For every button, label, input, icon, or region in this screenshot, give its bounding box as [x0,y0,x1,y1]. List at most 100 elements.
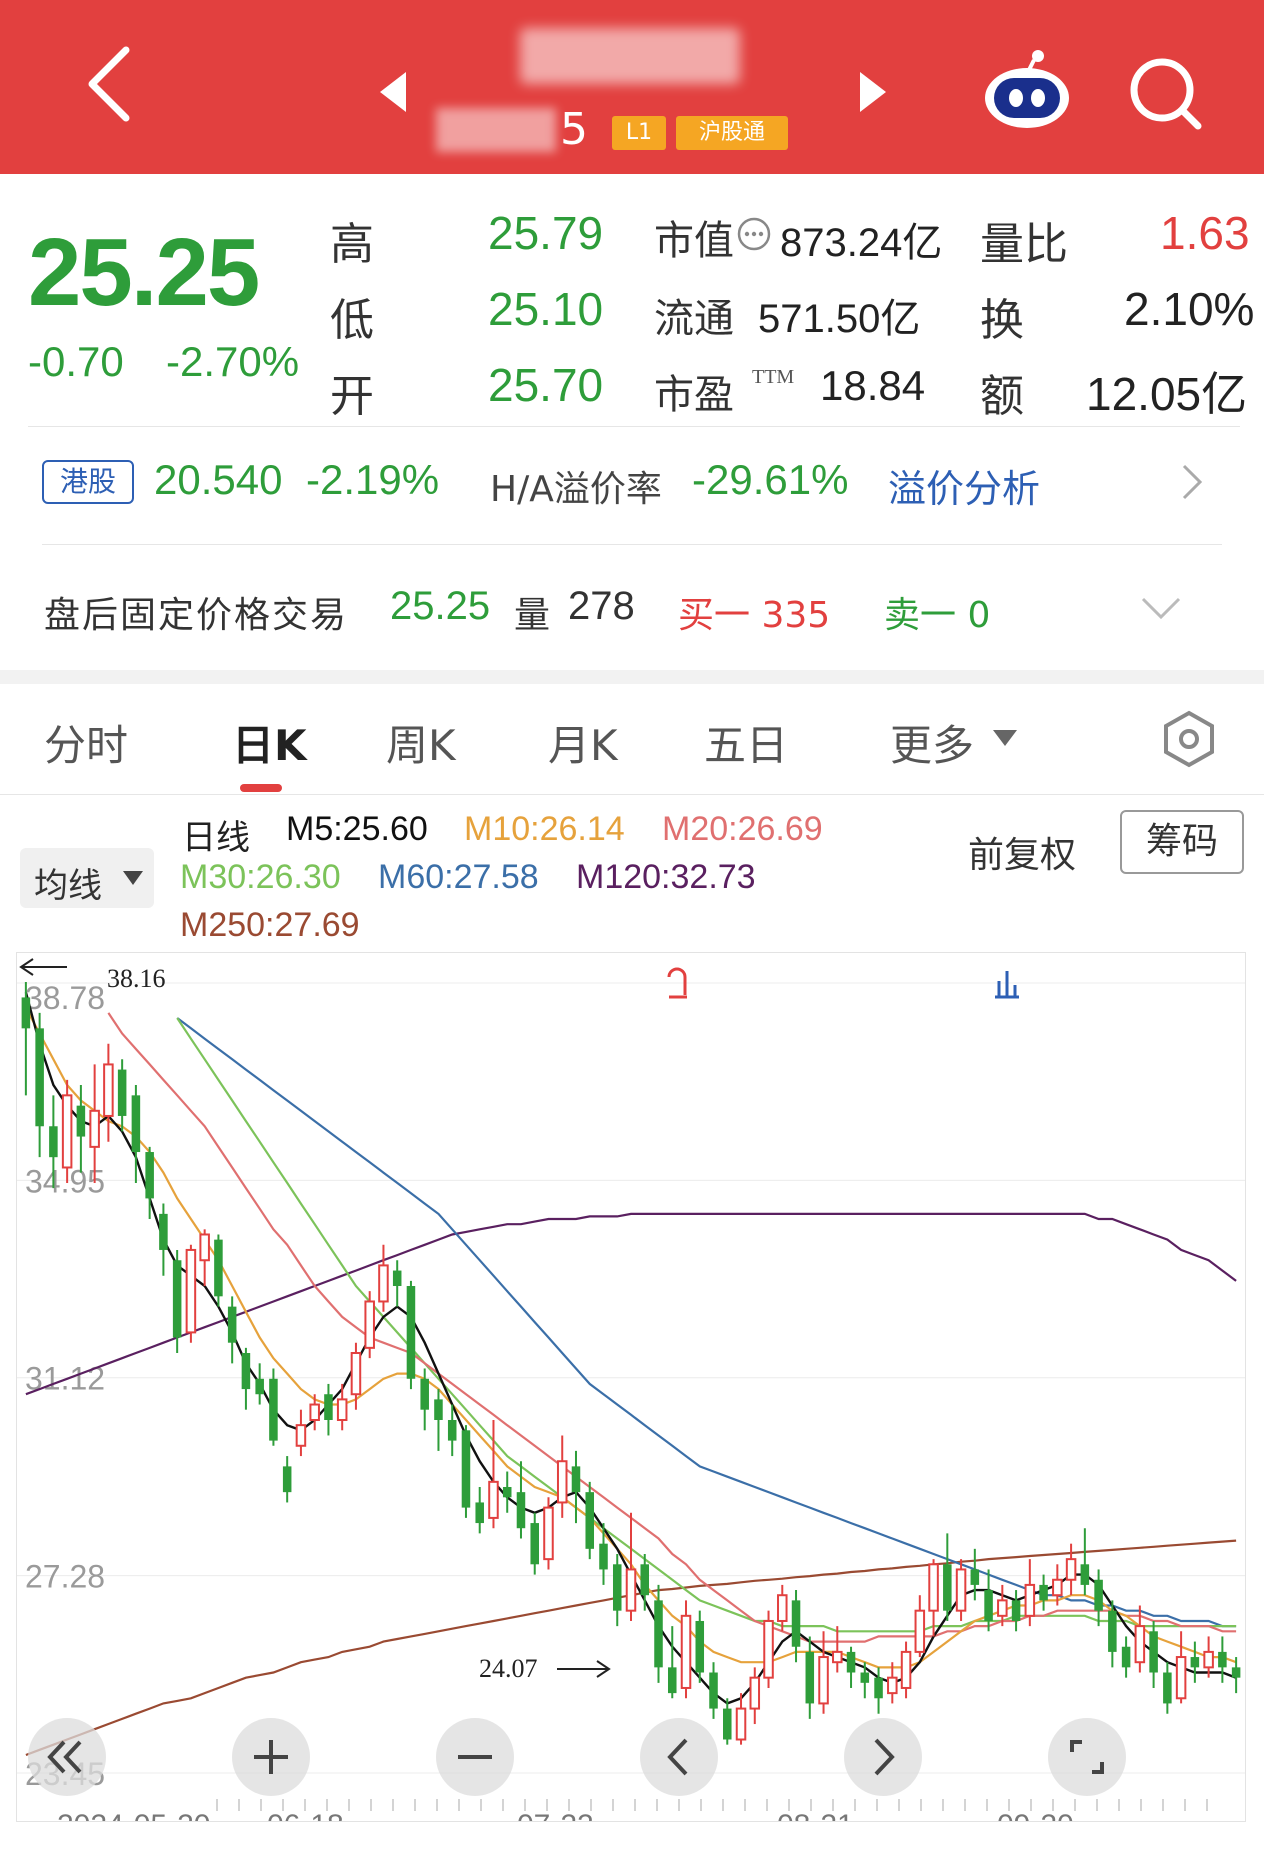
candle-body-up [543,1506,554,1561]
candle-body-up [103,1063,114,1117]
mktcap-label: 市值 [654,218,734,264]
tab-monthly-k[interactable]: 月K [548,712,618,773]
candle-body-down [159,1213,168,1250]
caret-down-icon[interactable] [992,728,1018,748]
candle-body-up [295,1424,307,1447]
expand-icon [1070,1740,1104,1774]
robot-assistant-icon[interactable] [982,48,1072,132]
candle-body-down [1190,1657,1200,1668]
low-value: 25.10 [488,283,604,335]
candle-body-up [1024,1583,1036,1617]
chevron-right-icon[interactable] [1180,462,1204,502]
candle-body-up [556,1460,568,1504]
settings-hexagon-icon[interactable] [1160,710,1218,768]
tab-daily-k[interactable]: 日K [232,712,307,773]
price-change: -0.70 [28,338,124,385]
x-tick-label: 07-22 [517,1809,594,1821]
candle-body-up [997,1599,1008,1617]
high-annotation: 38.16 [107,964,166,993]
premium-analysis-link[interactable]: 溢价分析 [888,458,1040,513]
back-arrow-icon[interactable] [84,44,134,124]
candle-body-down [1108,1610,1117,1652]
candle-body-down [1094,1579,1103,1611]
minus-icon [458,1755,492,1759]
open-label: 开 [330,371,374,422]
candle-body-up [887,1676,898,1695]
ma120-label: M120:32.73 [576,858,756,896]
section-gap [0,670,1264,684]
after-hours-bid: 买一 335 [678,595,831,636]
ma250-label: M250:27.69 [180,906,360,944]
chevron-left-icon [667,1738,688,1776]
zoom-in-button[interactable] [232,1718,310,1796]
m30-line [176,1017,1237,1633]
hk-divider [42,544,1222,545]
next-stock-icon[interactable] [858,70,888,114]
current-price: 25.25 [28,219,260,326]
chevron-down-icon[interactable] [1140,596,1182,622]
stock-code: 5 [560,104,589,155]
candle-body-up [89,1109,100,1148]
adjust-mode-label[interactable]: 前复权 [968,826,1076,878]
ma-dropdown[interactable]: 均线 [20,848,154,908]
y-tick-label: 34.95 [25,1163,105,1199]
ma30-label: M30:26.30 [180,858,341,896]
fullscreen-button[interactable] [1048,1718,1126,1796]
tab-intraday[interactable]: 分时 [44,712,128,773]
level-badge: L1 [612,116,666,150]
candle-body-up [378,1264,389,1303]
pe-value: 18.84 [820,362,926,409]
candle-body-up [777,1594,788,1622]
candle-body-up [625,1568,637,1612]
candle-body-up [735,1707,747,1741]
quote-divider [28,426,1240,427]
after-hours-vol: 278 [568,584,635,628]
tab-more[interactable]: 更多 [890,712,974,773]
candle-body-down [214,1239,223,1297]
candle-body-down [49,1126,58,1158]
scroll-start-button[interactable] [28,1718,106,1796]
candle-body-down [1218,1651,1227,1668]
candle-body-down [723,1708,732,1740]
low-annotation: 24.07 [479,1654,538,1683]
candle-body-up [900,1650,912,1689]
high-label: 高 [330,219,374,270]
hk-badge: 港股 [42,460,134,504]
more-info-icon[interactable] [736,216,772,252]
pan-right-button[interactable] [844,1718,922,1796]
x-tick-label: 06-18 [267,1809,344,1821]
pan-left-button[interactable] [640,1718,718,1796]
x-tick-label: 2024-05-20 [57,1809,210,1821]
ha-premium-value: -29.61% [692,456,849,503]
candle-body-up [336,1398,348,1421]
after-hours-vol-label: 量 [514,595,551,636]
chips-button[interactable]: 筹码 [1120,810,1244,874]
turnover-label: 换 [980,295,1024,346]
open-value: 25.70 [488,359,604,411]
prev-stock-icon[interactable] [378,70,408,114]
search-icon[interactable] [1126,54,1206,134]
candle-body-down [117,1069,127,1116]
candle-body-up [832,1650,843,1664]
ma-line-label: 日线 [182,818,250,858]
after-hours-label: 盘后固定价格交易 [44,595,349,636]
candle-body-up [61,1094,73,1169]
candle-body-down [241,1353,251,1390]
candle-body-down [1039,1584,1048,1601]
tab-weekly-k[interactable]: 周K [386,712,456,773]
hk-pct: -2.19% [306,456,440,503]
candle-body-up [309,1403,320,1421]
amount-value: 12.05亿 [1086,368,1248,420]
plus-icon [254,1740,288,1774]
candle-body-down [145,1152,154,1199]
candle-body-down [392,1270,402,1287]
candle-body-down [846,1651,856,1673]
m60-line [176,1017,1237,1628]
ma10-label: M10:26.14 [464,810,625,848]
tab-five-day[interactable]: 五日 [704,712,788,773]
kline-chart[interactable]: 38.7834.9531.1227.2823.4538.1624.072024-… [16,952,1246,1822]
candle-body-down [640,1564,650,1596]
zoom-out-button[interactable] [436,1718,514,1796]
candle-body-down [860,1672,870,1683]
candle-body-down [516,1492,526,1529]
